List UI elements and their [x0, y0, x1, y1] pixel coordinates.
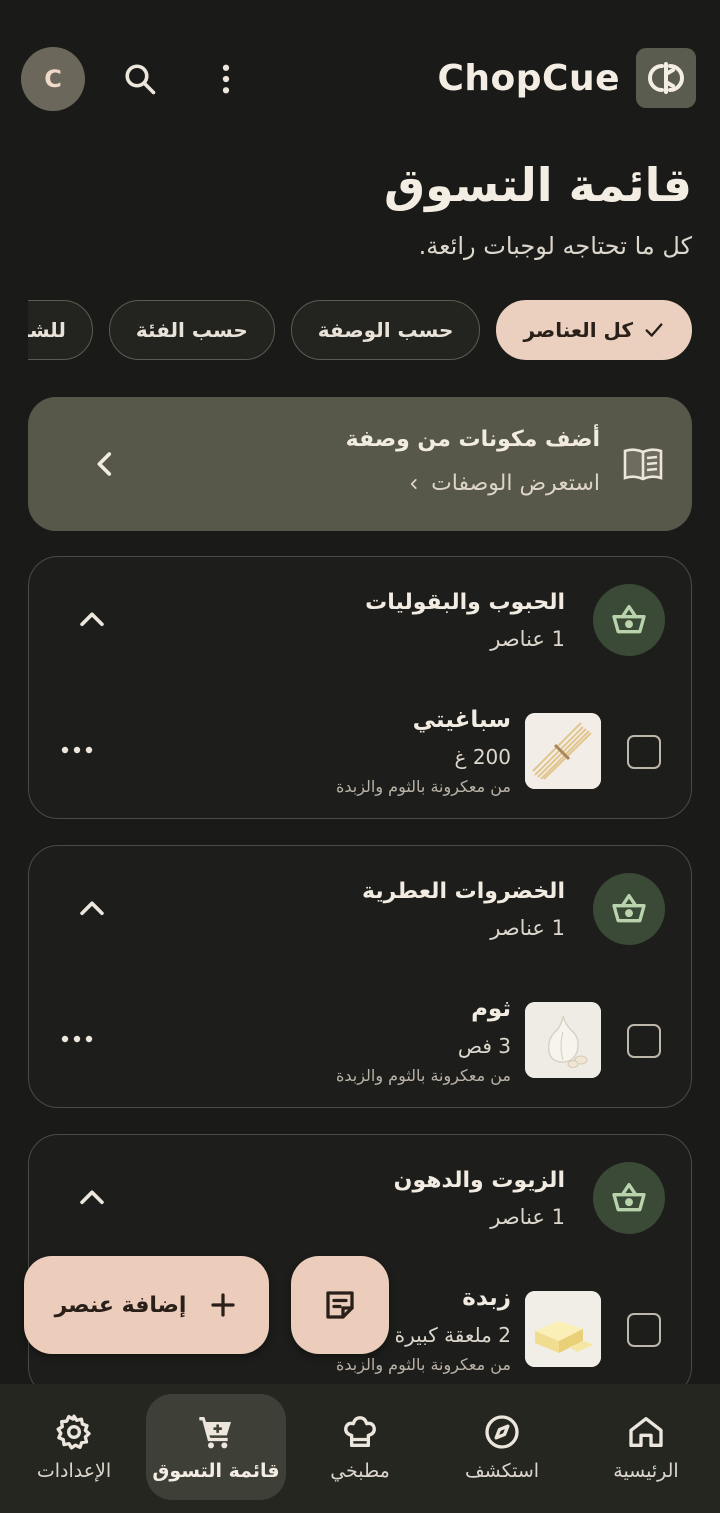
chip-by-category[interactable]: حسب الفئة [108, 300, 275, 360]
search-button[interactable] [116, 55, 164, 103]
basket-icon [612, 894, 646, 923]
search-icon [125, 64, 156, 95]
list-item: سباغيتي 200 غ من معكرونة بالثوم والزبدة [29, 705, 691, 805]
more-horizontal-icon[interactable] [57, 735, 97, 765]
nav-my-kitchen[interactable]: مطبخي [288, 1384, 432, 1513]
nav-label: استكشف [464, 1460, 540, 1482]
item-name: ثوم [471, 996, 511, 1022]
chip-label: حسب الوصفة [317, 318, 454, 342]
chevron-up-icon[interactable] [75, 892, 109, 926]
list-item: ثوم 3 فص من معكرونة بالثوم والزبدة [29, 994, 691, 1094]
item-checkbox[interactable] [627, 735, 661, 769]
gear-icon [56, 1414, 91, 1450]
basket-icon [612, 605, 646, 634]
item-image-garlic [525, 1002, 601, 1078]
avatar[interactable]: C [21, 47, 85, 111]
chevron-left-icon[interactable] [88, 447, 122, 481]
item-source: من معكرونة بالثوم والزبدة [335, 777, 511, 796]
category-count: 1 عناصر [490, 916, 565, 940]
chip-all-items[interactable]: كل العناصر [496, 300, 692, 360]
nav-label: قائمة التسوق [152, 1460, 280, 1482]
chevron-left-small-icon [410, 478, 417, 489]
top-app-bar: C ChopCue [0, 0, 720, 156]
category-name: الحبوب والبقوليات [365, 590, 565, 615]
item-image-spaghetti [525, 713, 601, 789]
item-quantity: 2 ملعقة كبيرة [394, 1323, 511, 1347]
chevron-up-icon[interactable] [75, 1181, 109, 1215]
chip-label: للشراء [28, 318, 66, 342]
nav-home[interactable]: الرئيسية [574, 1384, 718, 1513]
item-quantity: 200 غ [454, 745, 511, 769]
chip-label: حسب الفئة [135, 318, 248, 342]
page-subtitle: كل ما تحتاجه لوجبات رائعة. [418, 232, 692, 260]
more-horizontal-icon[interactable] [57, 1024, 97, 1054]
nav-settings[interactable]: الإعدادات [2, 1384, 146, 1513]
item-source: من معكرونة بالثوم والزبدة [335, 1355, 511, 1374]
cart-icon [199, 1417, 231, 1449]
check-icon [645, 323, 663, 337]
category-card-grains: الحبوب والبقوليات 1 عناصر سباغيتي 200 غ … [28, 556, 692, 819]
item-checkbox[interactable] [627, 1313, 661, 1347]
home-icon [629, 1417, 663, 1447]
brand-name: ChopCue [437, 57, 620, 99]
filter-chips: كل العناصر حسب الوصفة حسب الفئة للشراء [28, 300, 692, 360]
nav-label: الرئيسية [613, 1460, 679, 1482]
chip-label: كل العناصر [523, 318, 633, 342]
basket-icon [612, 1183, 646, 1212]
item-image-butter [525, 1291, 601, 1367]
browse-recipes-label: استعرض الوصفات [431, 471, 600, 496]
add-item-label: إضافة عنصر [54, 1292, 187, 1318]
nav-shopping-list[interactable]: قائمة التسوق [144, 1384, 288, 1513]
item-name: زبدة [462, 1285, 511, 1311]
logo-icon [648, 62, 684, 94]
more-options-button[interactable] [202, 55, 250, 103]
recipe-card-title: أضف مكونات من وصفة [345, 427, 600, 452]
browse-recipes-link[interactable]: استعرض الوصفات [407, 471, 600, 496]
book-icon [623, 448, 663, 481]
category-card-aromatics: الخضروات العطرية 1 عناصر ثوم 3 فص من معك… [28, 845, 692, 1108]
category-icon [593, 584, 665, 656]
plus-icon [211, 1293, 236, 1317]
nav-label: مطبخي [330, 1460, 390, 1482]
item-quantity: 3 فص [457, 1034, 511, 1058]
item-source: من معكرونة بالثوم والزبدة [335, 1066, 511, 1085]
nav-explore[interactable]: استكشف [430, 1384, 574, 1513]
note-button[interactable] [291, 1256, 389, 1354]
chef-hat-icon [344, 1416, 376, 1447]
chevron-up-icon[interactable] [75, 603, 109, 637]
avatar-initial: C [44, 65, 62, 93]
category-name: الزيوت والدهون [393, 1168, 565, 1193]
compass-icon [485, 1415, 519, 1449]
add-from-recipe-card[interactable]: أضف مكونات من وصفة استعرض الوصفات [28, 397, 692, 531]
nav-label: الإعدادات [36, 1460, 112, 1482]
category-icon [593, 1162, 665, 1234]
chip-by-recipe[interactable]: حسب الوصفة [290, 300, 481, 360]
category-count: 1 عناصر [490, 1205, 565, 1229]
chip-to-buy[interactable]: للشراء [28, 300, 93, 360]
add-item-button[interactable]: إضافة عنصر [24, 1256, 269, 1354]
item-name: سباغيتي [412, 707, 511, 733]
sticky-note-icon [326, 1291, 354, 1319]
brand-logo [636, 48, 696, 108]
category-icon [593, 873, 665, 945]
item-checkbox[interactable] [627, 1024, 661, 1058]
category-count: 1 عناصر [490, 627, 565, 651]
brand: ChopCue [437, 47, 696, 109]
bottom-navigation: الرئيسية استكشف مطبخي قائمة التسوق الإعد… [0, 1384, 720, 1513]
page-title: قائمة التسوق [383, 158, 692, 212]
category-name: الخضروات العطرية [362, 879, 565, 904]
more-vertical-icon [222, 64, 230, 94]
